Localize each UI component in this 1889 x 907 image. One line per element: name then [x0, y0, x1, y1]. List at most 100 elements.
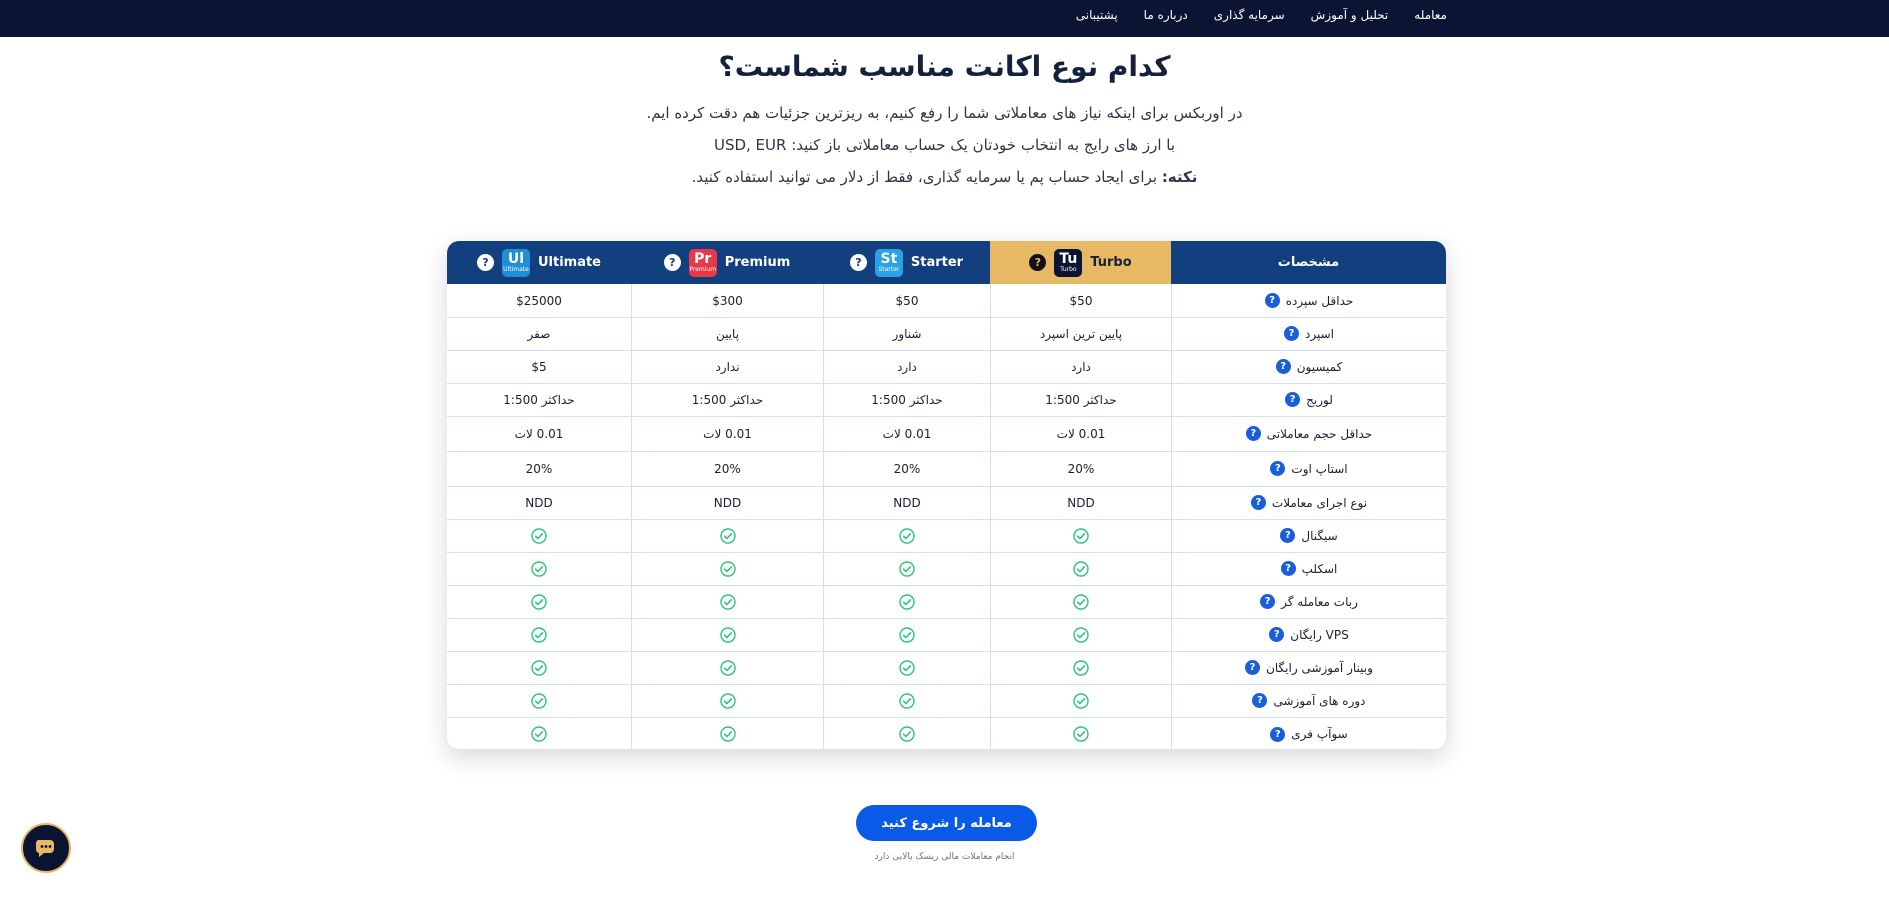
nav-link-trade[interactable]: معامله — [1414, 8, 1447, 22]
help-icon[interactable]: ? — [476, 254, 494, 271]
feature-label: دوره های آموزشی — [1273, 693, 1366, 708]
table-cell: پایین — [631, 317, 823, 350]
risk-disclaimer: انجام معاملات مالی ریسک بالایی دارد — [874, 852, 1015, 862]
table-header: ? Ul Ultimate Ultimate ? Pr Premium Premiu… — [447, 241, 1446, 284]
cell-value: 0.01 لات — [703, 426, 752, 441]
check-icon — [899, 692, 915, 709]
check-icon — [899, 560, 915, 577]
check-icon — [719, 527, 736, 544]
header-turbo: ? Tu Turbo Turbo — [990, 241, 1171, 284]
cell-value: حداکثر 1:500 — [1045, 392, 1117, 407]
table-cell — [990, 519, 1171, 552]
feature-label-cell: کمیسیون? — [1171, 350, 1446, 383]
table-cell: حداکثر 1:500 — [447, 383, 631, 416]
feature-label-cell: لوریج? — [1171, 383, 1446, 416]
cell-value: حداکثر 1:500 — [503, 392, 575, 407]
starter-badge-icon: St Starter — [874, 248, 903, 277]
cell-value: حداکثر 1:500 — [691, 392, 764, 407]
nav-link-investment[interactable]: سرمایه گذاری — [1214, 8, 1285, 22]
help-icon[interactable]: ? — [1270, 461, 1286, 476]
help-icon[interactable]: ? — [1250, 495, 1266, 510]
table-cell — [447, 519, 631, 552]
help-icon[interactable]: ? — [849, 254, 867, 271]
help-icon[interactable]: ? — [1284, 326, 1300, 341]
help-icon[interactable]: ? — [1280, 561, 1296, 576]
help-icon[interactable]: ? — [1269, 627, 1285, 642]
help-icon[interactable]: ? — [663, 254, 681, 271]
table-cell — [823, 684, 990, 717]
chat-support-button[interactable] — [21, 823, 71, 873]
table-cell — [447, 717, 631, 749]
table-cell: حداکثر 1:500 — [631, 383, 823, 416]
account-name-ultimate: Ultimate — [537, 255, 602, 270]
feature-label-cell: نوع اجرای معاملات? — [1171, 486, 1446, 519]
table-row: NDD NDD NDD NDD نوع اجرای معاملات? — [447, 486, 1446, 520]
table-cell — [823, 618, 990, 651]
table-row: VPS رایگان? — [447, 618, 1446, 652]
table-row: سوآپ فری? — [447, 717, 1446, 749]
table-cell: پایین ترین اسپرد — [990, 317, 1171, 350]
intro-line-2: با ارز های رایج به انتخاب خودتان یک حساب… — [713, 136, 1176, 154]
start-trading-button[interactable]: معامله را شروع کنید — [856, 805, 1037, 841]
help-icon[interactable]: ? — [1275, 359, 1291, 374]
table-cell: شناور — [823, 317, 990, 350]
table-cell — [990, 684, 1171, 717]
feature-label-cell: اسپرد? — [1171, 317, 1446, 350]
cell-value: $50 — [1069, 293, 1093, 308]
feature-label: لوریج — [1306, 392, 1333, 407]
table-cell — [990, 618, 1171, 651]
feature-label: سیگنال — [1301, 528, 1338, 543]
help-icon[interactable]: ? — [1029, 254, 1047, 271]
table-row: سیگنال? — [447, 519, 1446, 553]
table-cell — [447, 585, 631, 618]
table-cell — [631, 618, 823, 651]
cell-value: NDD — [1067, 495, 1095, 510]
help-icon[interactable]: ? — [1280, 528, 1296, 543]
check-icon — [1073, 560, 1089, 577]
cell-value: دارد — [1071, 359, 1091, 374]
table-cell — [823, 585, 990, 618]
check-icon — [899, 659, 915, 676]
table-cell — [631, 585, 823, 618]
check-icon — [1073, 626, 1089, 643]
help-icon[interactable]: ? — [1270, 726, 1286, 742]
cell-value: شناور — [892, 326, 922, 341]
check-icon — [531, 626, 547, 643]
help-icon[interactable]: ? — [1245, 660, 1261, 675]
check-icon — [719, 659, 736, 676]
header-ultimate: ? Ul Ultimate Ultimate — [447, 241, 631, 284]
cell-value: 20% — [525, 461, 553, 476]
feature-label-cell: دوره های آموزشی? — [1171, 684, 1446, 717]
cell-value: پایین — [715, 326, 740, 341]
table-cell — [631, 651, 823, 684]
nav-link-analysis[interactable]: تحلیل و آموزش — [1311, 8, 1389, 22]
help-icon[interactable]: ? — [1285, 392, 1301, 407]
header-starter: ? St Starter Starter — [823, 241, 990, 284]
nav-link-support[interactable]: پشتیبانی — [1076, 8, 1118, 22]
nav-link-about[interactable]: درباره ما — [1144, 8, 1188, 22]
table-cell: $300 — [631, 284, 823, 317]
help-icon[interactable]: ? — [1245, 426, 1261, 441]
feature-label-cell: وبینار آموزشی رایگان? — [1171, 651, 1446, 684]
cell-value: NDD — [525, 495, 553, 510]
feature-label: اسکلپ — [1301, 561, 1338, 576]
table-cell — [990, 552, 1171, 585]
check-icon — [719, 692, 736, 709]
table-cell: 0.01 لات — [631, 416, 823, 451]
table-row: ربات معامله گر? — [447, 585, 1446, 619]
table-cell: 20% — [990, 451, 1171, 486]
help-icon[interactable]: ? — [1260, 594, 1276, 609]
table-cell — [990, 651, 1171, 684]
intro-note: نکته: برای ایجاد حساب پم یا سرمایه گذاری… — [0, 168, 1889, 186]
feature-label: حداقل سپرده — [1285, 293, 1354, 308]
table-cell — [631, 519, 823, 552]
cell-value: 20% — [1067, 461, 1095, 476]
table-cell: $25000 — [447, 284, 631, 317]
help-icon[interactable]: ? — [1252, 693, 1268, 708]
table-cell — [823, 519, 990, 552]
help-icon[interactable]: ? — [1264, 293, 1280, 308]
cell-value: دارد — [897, 359, 917, 374]
table-cell: $50 — [823, 284, 990, 317]
table-row: $25000 $300 $50 $50 حداقل سپرده? — [447, 284, 1446, 318]
header-features: مشخصات — [1277, 255, 1340, 270]
